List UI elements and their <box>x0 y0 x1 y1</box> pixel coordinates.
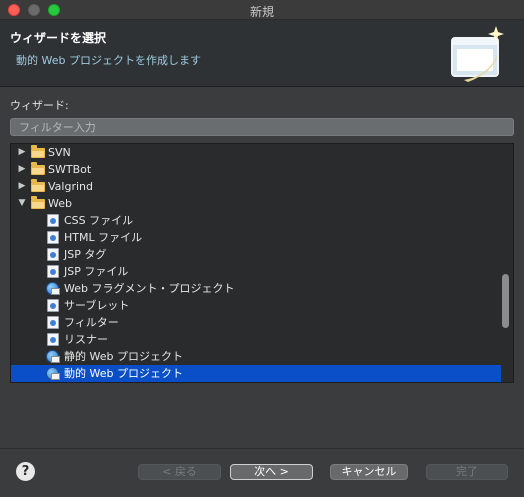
help-button[interactable]: ? <box>16 462 35 481</box>
tree-folder-item[interactable]: ▶ SVN <box>11 144 501 161</box>
tree-item[interactable]: JSP ファイル <box>11 263 501 280</box>
tree-folder-item[interactable]: ▶ SWTBot <box>11 161 501 178</box>
wizard-banner-icon <box>451 26 504 82</box>
tree-item[interactable]: Web フラグメント・プロジェクト <box>11 280 501 297</box>
tree-item-label: JSP ファイル <box>64 265 129 278</box>
tree-item[interactable]: 動的 Web プロジェクト <box>11 365 501 382</box>
tree-item-label: 静的 Web プロジェクト <box>64 350 183 363</box>
file-icon <box>47 214 59 227</box>
expand-arrow-icon[interactable]: ▶ <box>17 178 27 195</box>
file-icon <box>47 231 59 244</box>
back-button[interactable]: < 戻る <box>138 464 221 480</box>
tree-item[interactable]: リスナー <box>11 331 501 348</box>
tree-item[interactable]: JSP タグ <box>11 246 501 263</box>
cancel-button[interactable]: キャンセル <box>330 464 408 480</box>
folder-icon <box>31 145 45 158</box>
folder-icon <box>31 162 45 175</box>
tree-scrollbar[interactable] <box>502 274 509 328</box>
file-icon <box>47 316 59 329</box>
tree-item-label: リスナー <box>64 333 108 346</box>
tree-item-label: HTML ファイル <box>64 231 143 244</box>
tree-folder-item[interactable]: ▶ Valgrind <box>11 178 501 195</box>
tree-item-label: フィルター <box>64 316 119 329</box>
file-icon <box>47 333 59 346</box>
tree-item-label: サーブレット <box>64 299 130 312</box>
web-project-icon <box>46 350 60 363</box>
folder-icon <box>31 179 45 192</box>
wizard-label: ウィザード: <box>10 99 69 112</box>
footer-divider <box>0 448 524 449</box>
tree-item[interactable]: 静的 Web プロジェクト <box>11 348 501 365</box>
tree-item[interactable]: CSS ファイル <box>11 212 501 229</box>
tree-item[interactable]: サーブレット <box>11 297 501 314</box>
header-description: 動的 Web プロジェクトを作成します <box>16 54 201 67</box>
header-title: ウィザードを選択 <box>10 31 107 45</box>
file-icon <box>47 265 59 278</box>
tree-folder-item[interactable]: ▼ Web <box>11 195 501 212</box>
tree-item[interactable]: HTML ファイル <box>11 229 501 246</box>
web-project-icon <box>46 367 60 380</box>
expand-arrow-icon[interactable]: ▶ <box>17 161 27 178</box>
web-project-icon <box>46 282 60 295</box>
tree-item-label: SWTBot <box>48 163 92 176</box>
expand-arrow-icon[interactable]: ▶ <box>17 144 27 161</box>
tree-item-label: Web <box>48 197 72 210</box>
window-title: 新規 <box>249 5 274 19</box>
tree-item-label: 動的 Web プロジェクト <box>64 367 183 380</box>
folder-icon <box>31 196 45 209</box>
tree-item-label: Web フラグメント・プロジェクト <box>64 282 235 295</box>
wizard-header: ウィザードを選択 動的 Web プロジェクトを作成します <box>0 20 524 87</box>
window-titlebar: 新規 <box>0 0 524 20</box>
file-icon <box>47 299 59 312</box>
tree-item[interactable]: フィルター <box>11 314 501 331</box>
tree-item-label: CSS ファイル <box>64 214 134 227</box>
finish-button[interactable]: 完了 <box>426 464 508 480</box>
file-icon <box>47 248 59 261</box>
tree-item-label: JSP タグ <box>64 248 107 261</box>
tree-item-label: SVN <box>48 146 71 159</box>
collapse-arrow-icon[interactable]: ▼ <box>17 195 27 212</box>
wizard-tree[interactable]: ▶ SVN ▶ SWTBot ▶ Valgrind ▼ Web CSS ファイル HTML ファイ… <box>10 143 514 383</box>
next-button[interactable]: 次へ > <box>230 464 313 480</box>
filter-input[interactable] <box>10 118 514 136</box>
tree-item-label: Valgrind <box>48 180 93 193</box>
